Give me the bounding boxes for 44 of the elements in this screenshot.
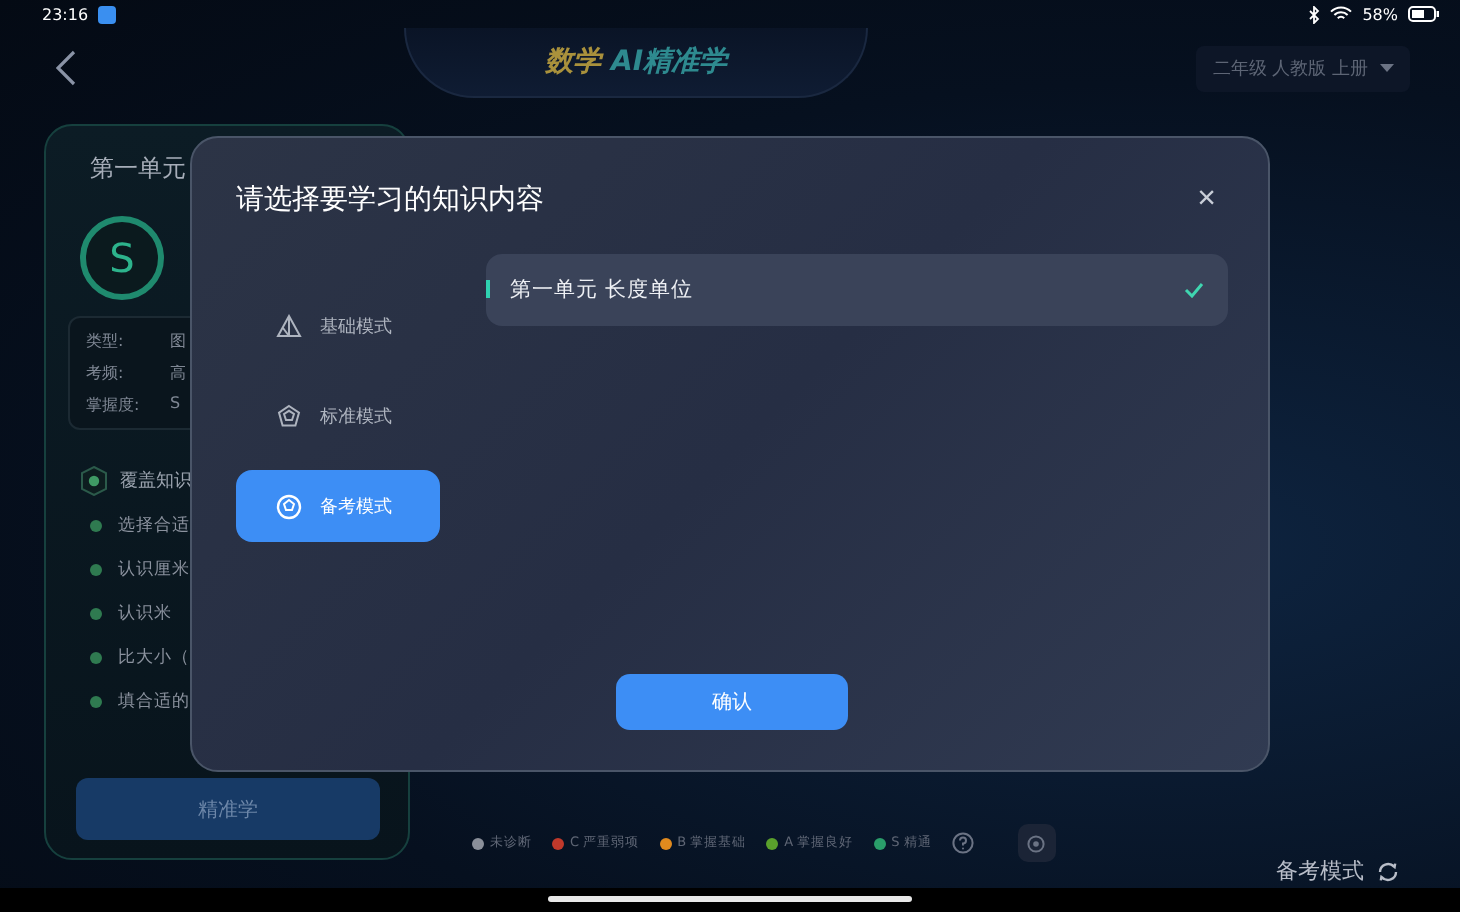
mode-label: 备考模式 <box>1276 856 1364 886</box>
unit-title: 第一单元 <box>88 152 188 186</box>
battery-icon <box>1408 6 1440 22</box>
knowledge-point: 认识米 <box>118 602 172 626</box>
pyramid-icon <box>276 313 302 339</box>
help-icon[interactable] <box>951 832 974 854</box>
point-dot <box>90 696 102 708</box>
info-label: 类型: <box>86 330 126 352</box>
info-label: 掌握度: <box>86 394 142 416</box>
grade-letter: S <box>109 234 135 282</box>
refresh-icon[interactable] <box>1376 859 1400 883</box>
knowledge-point: 填合适的 <box>118 690 190 714</box>
mode-tab[interactable]: 备考模式 <box>236 470 440 542</box>
back-icon[interactable] <box>56 50 76 86</box>
knowledge-point: 认识厘米 <box>118 558 190 582</box>
caret-icon <box>1379 64 1394 72</box>
check-icon <box>1184 282 1204 298</box>
shield-icon <box>80 466 108 496</box>
close-button[interactable]: × <box>1197 184 1216 216</box>
point-dot <box>90 608 102 620</box>
confirm-button[interactable]: 确认 <box>616 674 848 730</box>
target-icon <box>1026 833 1047 853</box>
mode-tab[interactable]: 基础模式 <box>236 290 440 362</box>
app-icon <box>98 5 117 23</box>
point-dot <box>90 520 102 532</box>
knowledge-point: 选择合适 <box>118 514 190 538</box>
point-dot <box>90 564 102 576</box>
battery-percent: 58% <box>1362 5 1398 23</box>
status-time: 23:16 <box>42 5 89 23</box>
knowledge-point: 比大小（ <box>118 646 190 670</box>
bluetooth-icon <box>1308 5 1321 23</box>
point-dot <box>90 652 102 664</box>
locate-button[interactable] <box>1017 824 1056 862</box>
app-title: 数学 AI精准学 <box>545 43 728 79</box>
wifi-icon <box>1330 6 1353 22</box>
dialog-title: 请选择要学习的知识内容 <box>236 182 544 218</box>
info-value: 高 <box>170 362 186 384</box>
unit-option[interactable]: 第一单元 长度单位 <box>486 254 1228 326</box>
info-value: S <box>170 394 181 416</box>
globe-icon <box>276 493 302 519</box>
info-label: 考频: <box>86 362 126 384</box>
polyhedron-icon <box>276 403 302 429</box>
info-value: 图 <box>170 330 186 352</box>
mode-tab[interactable]: 标准模式 <box>236 380 440 452</box>
